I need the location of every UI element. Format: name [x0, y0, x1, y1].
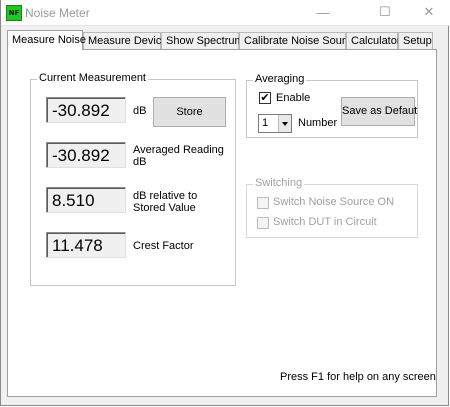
- tab-calibrate-noise-source[interactable]: Calibrate Noise Source: [239, 32, 357, 49]
- averaging-group: Averaging ✔ Enable 1 Number Save as Defa…: [246, 73, 418, 138]
- maximize-icon: ☐: [379, 4, 391, 19]
- switch-noise-source-label: Switch Noise Source ON: [273, 196, 395, 208]
- minimize-icon: —: [316, 4, 330, 20]
- switch-dut-label: Switch DUT in Circuit: [273, 216, 377, 228]
- averaging-number-label: Number: [298, 117, 338, 129]
- tab-setup[interactable]: Setup: [398, 32, 433, 49]
- close-button[interactable]: ✕: [411, 0, 447, 24]
- current-measurement-label: Current Measurement: [37, 72, 148, 84]
- averaging-number-value: 1: [262, 117, 269, 129]
- measure-noise-panel: Current Measurement -30.892 dB Store -30…: [7, 49, 437, 397]
- noise-meter-window: NF Noise Meter — ☐ ✕ Measure Noise Measu…: [0, 0, 450, 406]
- store-button[interactable]: Store: [153, 97, 226, 127]
- app-icon: NF: [6, 5, 22, 21]
- averaging-label: Averaging: [253, 73, 307, 85]
- enable-averaging-label: Enable: [276, 92, 311, 104]
- maximize-button[interactable]: ☐: [367, 0, 403, 24]
- relative-db-readout: 8.510: [46, 187, 126, 213]
- relative-db-label: dB relative to Stored Value: [133, 190, 198, 214]
- averaging-number-select[interactable]: 1: [258, 114, 292, 133]
- switching-label: Switching: [253, 177, 305, 189]
- switching-group: Switching Switch Noise Source ON Switch …: [246, 177, 418, 238]
- switch-noise-source-checkbox[interactable]: [257, 197, 269, 209]
- close-icon: ✕: [423, 4, 435, 19]
- tab-measure-noise[interactable]: Measure Noise: [7, 30, 86, 50]
- switch-dut-checkbox[interactable]: [257, 217, 269, 229]
- db-readout: -30.892: [46, 97, 126, 123]
- crest-factor-label: Crest Factor: [133, 240, 194, 252]
- title-bar: NF Noise Meter — ☐ ✕: [1, 0, 450, 26]
- window-title: Noise Meter: [25, 6, 90, 20]
- averaged-reading-readout: -30.892: [46, 142, 126, 168]
- save-as-default-button[interactable]: Save as Defaut: [341, 97, 417, 126]
- current-measurement-group: Current Measurement -30.892 dB Store -30…: [30, 72, 236, 286]
- averaged-reading-label: Averaged Reading dB: [133, 144, 224, 168]
- minimize-button[interactable]: —: [305, 0, 341, 24]
- tab-measure-device[interactable]: Measure Device: [83, 32, 167, 49]
- tab-show-spectrum[interactable]: Show Spectrum: [161, 32, 244, 49]
- crest-factor-readout: 11.478: [46, 232, 126, 258]
- help-hint: Press F1 for help on any screen: [280, 371, 436, 383]
- chevron-down-icon[interactable]: [278, 115, 291, 132]
- db-label: dB: [133, 105, 147, 117]
- tab-calculator[interactable]: Calculator: [346, 32, 401, 49]
- enable-averaging-checkbox[interactable]: ✔: [259, 92, 271, 104]
